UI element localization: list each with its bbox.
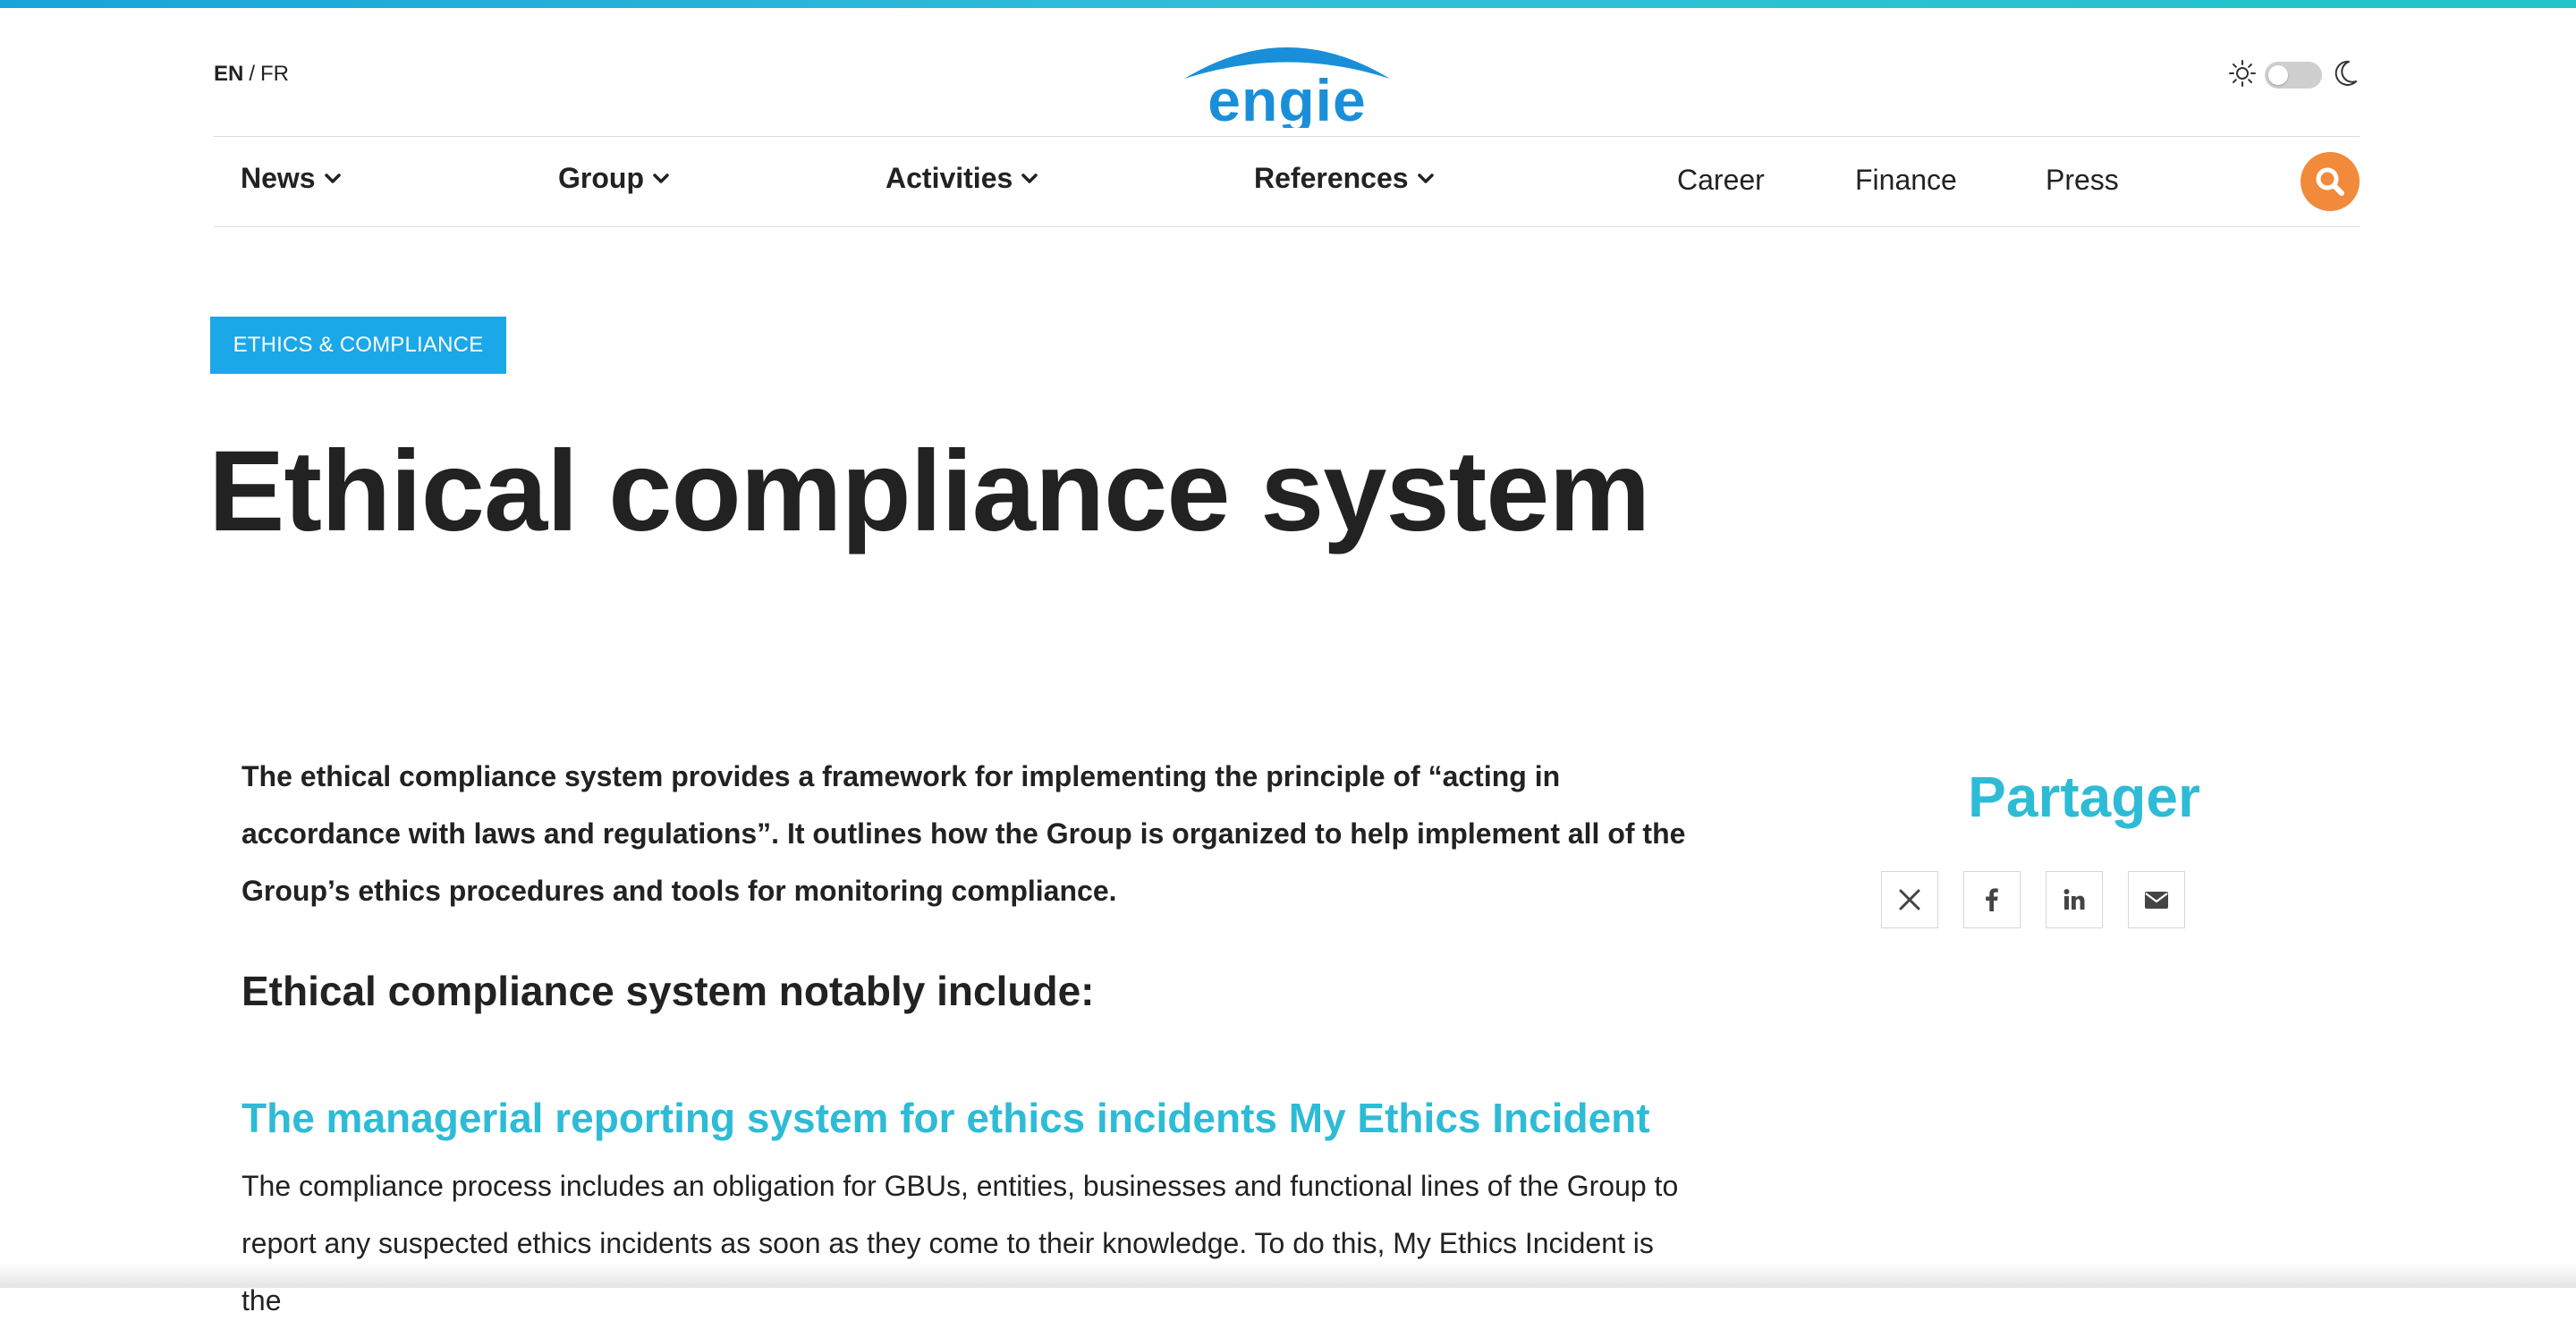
share-icons: [1881, 871, 2290, 928]
toggle-knob: [2268, 65, 2288, 85]
theme-switcher: [2227, 57, 2360, 93]
nav-references-label: References: [1254, 162, 1409, 195]
nav-group[interactable]: Group: [558, 162, 671, 195]
nav-career[interactable]: Career: [1677, 164, 1765, 197]
sun-icon: [2227, 58, 2258, 93]
bottom-fade: [0, 1261, 2576, 1288]
page-title: Ethical compliance system: [208, 420, 1649, 563]
article-lead: The ethical compliance system provides a…: [242, 748, 1690, 919]
share-title: Partager: [1878, 757, 2290, 837]
nav-press[interactable]: Press: [2046, 164, 2119, 197]
share-panel: Partager: [1878, 757, 2290, 928]
lang-fr[interactable]: FR: [260, 62, 289, 86]
logo-text: engie: [1208, 67, 1366, 128]
top-accent-bar: [0, 0, 2576, 8]
facebook-icon: [1979, 887, 2004, 912]
site-header: EN/FR engie: [214, 8, 2360, 137]
nav-group-label: Group: [558, 162, 644, 195]
language-switcher: EN/FR: [214, 62, 289, 87]
lang-en[interactable]: EN: [214, 62, 243, 86]
nav-finance[interactable]: Finance: [1855, 164, 1957, 197]
moon-icon: [2329, 58, 2360, 93]
search-icon: [2312, 164, 2348, 199]
section-title: The managerial reporting system for ethi…: [242, 1091, 1690, 1145]
share-facebook-button[interactable]: [1963, 871, 2021, 928]
linkedin-icon: [2062, 887, 2087, 912]
nav-references[interactable]: References: [1254, 162, 1436, 195]
section-body: The compliance process includes an oblig…: [242, 1157, 1690, 1329]
chevron-down-icon: [651, 169, 671, 189]
engie-logo[interactable]: engie: [1171, 30, 1403, 128]
chevron-down-icon: [1416, 169, 1436, 189]
main-nav: News Group Activities References Career …: [214, 137, 2360, 226]
nav-activities[interactable]: Activities: [886, 162, 1039, 195]
article-subhead: Ethical compliance system notably includ…: [242, 964, 1690, 1018]
chevron-down-icon: [323, 169, 343, 189]
lang-separator: /: [243, 62, 260, 86]
nav-news[interactable]: News: [241, 162, 343, 195]
nav-divider: [214, 226, 2360, 227]
theme-toggle[interactable]: [2265, 62, 2322, 89]
nav-news-label: News: [241, 162, 316, 195]
category-badge[interactable]: ETHICS & COMPLIANCE: [210, 317, 506, 374]
share-email-button[interactable]: [2128, 871, 2185, 928]
search-button[interactable]: [2301, 152, 2360, 211]
share-x-button[interactable]: [1881, 871, 1938, 928]
email-icon: [2143, 886, 2170, 913]
nav-activities-label: Activities: [886, 162, 1013, 195]
share-linkedin-button[interactable]: [2046, 871, 2103, 928]
x-twitter-icon: [1897, 887, 1922, 912]
chevron-down-icon: [1020, 169, 1039, 189]
article-body: The ethical compliance system provides a…: [242, 748, 1690, 1329]
